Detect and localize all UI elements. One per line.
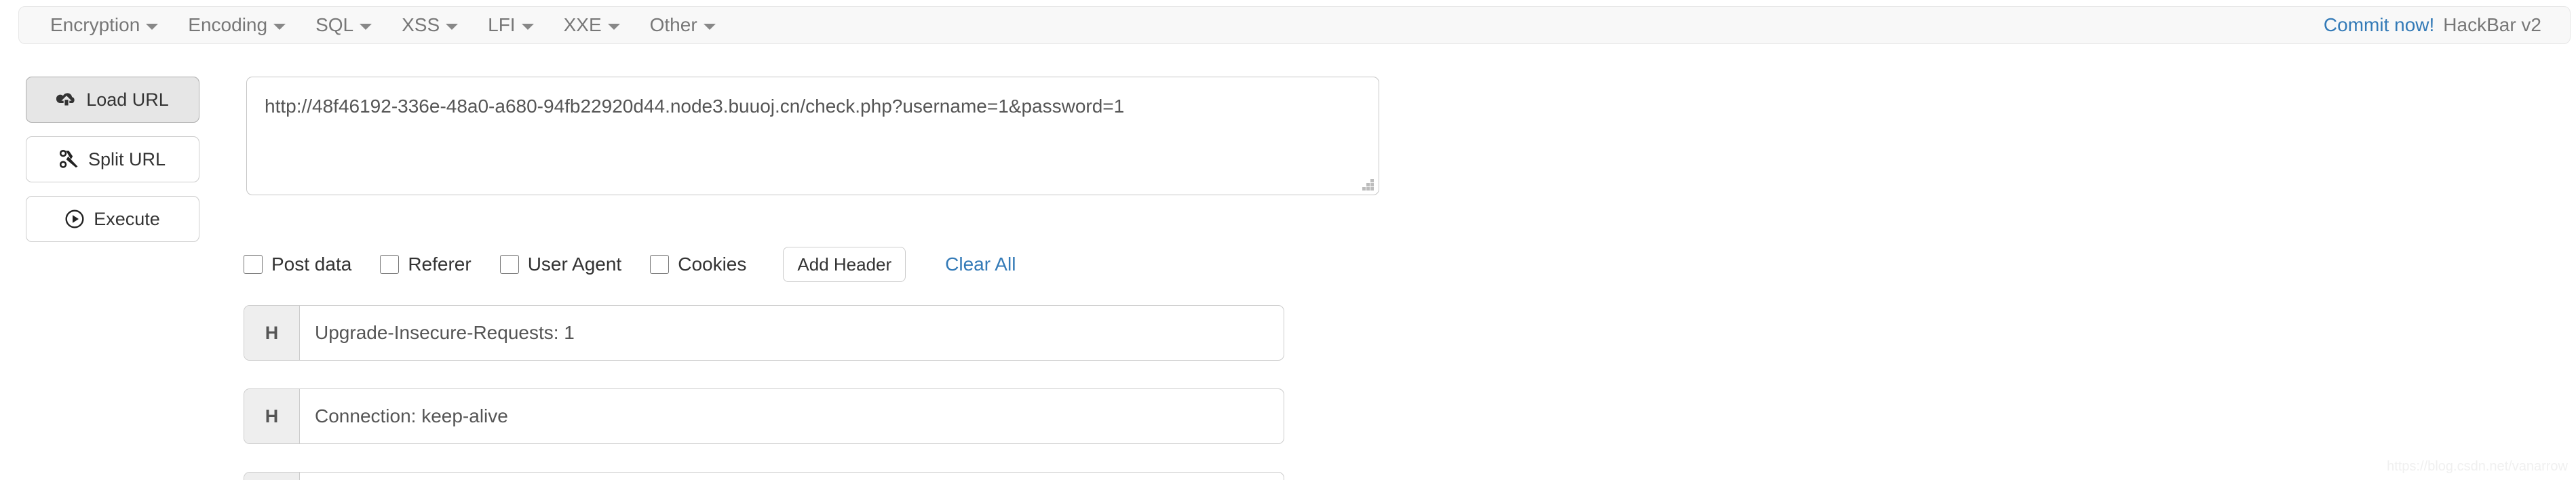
navbar-right: Commit now! HackBar v2 [2324, 14, 2554, 36]
url-input-wrapper [246, 77, 1379, 195]
nav-item-encoding[interactable]: Encoding [173, 7, 301, 43]
checkbox-box[interactable] [499, 255, 519, 274]
header-row: H [244, 388, 1284, 444]
chevron-down-icon [607, 23, 620, 30]
chevron-down-icon [703, 23, 716, 30]
add-header-button[interactable]: Add Header [783, 247, 906, 282]
checkbox-cookies[interactable]: Cookies [650, 254, 746, 275]
commit-now-link[interactable]: Commit now! [2324, 14, 2434, 36]
play-circle-icon [65, 209, 84, 228]
checkbox-label: Cookies [678, 254, 747, 275]
chevron-down-icon [273, 23, 286, 30]
request-options-row: Post data Referer User Agent Cookies Add… [244, 247, 1016, 282]
execute-label: Execute [94, 208, 160, 229]
nav-item-lfi[interactable]: LFI [473, 7, 548, 43]
header-type-addon[interactable]: H [244, 306, 300, 360]
checkbox-label: User Agent [527, 254, 622, 275]
nav-item-xxe[interactable]: XXE [549, 7, 635, 43]
clear-all-link[interactable]: Clear All [945, 254, 1016, 275]
load-url-label: Load URL [86, 89, 169, 110]
checkbox-user-agent[interactable]: User Agent [499, 254, 622, 275]
checkbox-box[interactable] [650, 255, 670, 274]
header-row: H [244, 305, 1284, 361]
nav-item-sql[interactable]: SQL [301, 7, 387, 43]
header-value-input[interactable] [300, 306, 1284, 360]
checkbox-label: Post data [271, 254, 352, 275]
nav-item-label: Encoding [188, 14, 268, 35]
header-row: H [244, 472, 1284, 480]
navbar: Encryption Encoding SQL XSS LFI XXE Othe… [18, 6, 2571, 44]
nav-item-label: Encryption [50, 14, 140, 35]
nav-item-label: Other [649, 14, 697, 35]
scissors-icon [59, 150, 79, 169]
nav-item-xss[interactable]: XSS [387, 7, 473, 43]
chevron-down-icon [360, 23, 372, 30]
checkbox-label: Referer [408, 254, 472, 275]
checkbox-referer[interactable]: Referer [380, 254, 472, 275]
header-rows-list: H H H [244, 305, 1284, 480]
brand-label: HackBar v2 [2443, 14, 2541, 35]
url-input[interactable] [246, 77, 1379, 195]
header-type-addon[interactable]: H [244, 389, 300, 443]
execute-button[interactable]: Execute [26, 196, 199, 242]
watermark-text: https://blog.csdn.net/vanarrow [2387, 459, 2568, 474]
navbar-menu: Encryption Encoding SQL XSS LFI XXE Othe… [35, 7, 731, 43]
header-type-addon[interactable]: H [244, 473, 300, 480]
action-button-column: Load URL Split URL Execute [26, 77, 199, 242]
nav-item-label: XXE [563, 14, 602, 35]
chevron-down-icon [146, 23, 159, 30]
load-url-button[interactable]: Load URL [26, 77, 199, 123]
split-url-label: Split URL [88, 148, 166, 169]
nav-item-label: XSS [402, 14, 440, 35]
cloud-download-icon [56, 92, 77, 108]
checkbox-box[interactable] [244, 255, 263, 274]
hackbar-panel: Encryption Encoding SQL XSS LFI XXE Othe… [0, 0, 2576, 480]
chevron-down-icon [446, 23, 459, 30]
nav-item-encryption[interactable]: Encryption [35, 7, 173, 43]
split-url-button[interactable]: Split URL [26, 136, 199, 182]
checkbox-post-data[interactable]: Post data [244, 254, 351, 275]
chevron-down-icon [521, 23, 534, 30]
nav-item-label: SQL [315, 14, 354, 35]
nav-item-other[interactable]: Other [635, 7, 731, 43]
header-value-input[interactable] [300, 473, 1284, 480]
header-value-input[interactable] [300, 389, 1284, 443]
checkbox-box[interactable] [380, 255, 400, 274]
nav-item-label: LFI [488, 14, 516, 35]
